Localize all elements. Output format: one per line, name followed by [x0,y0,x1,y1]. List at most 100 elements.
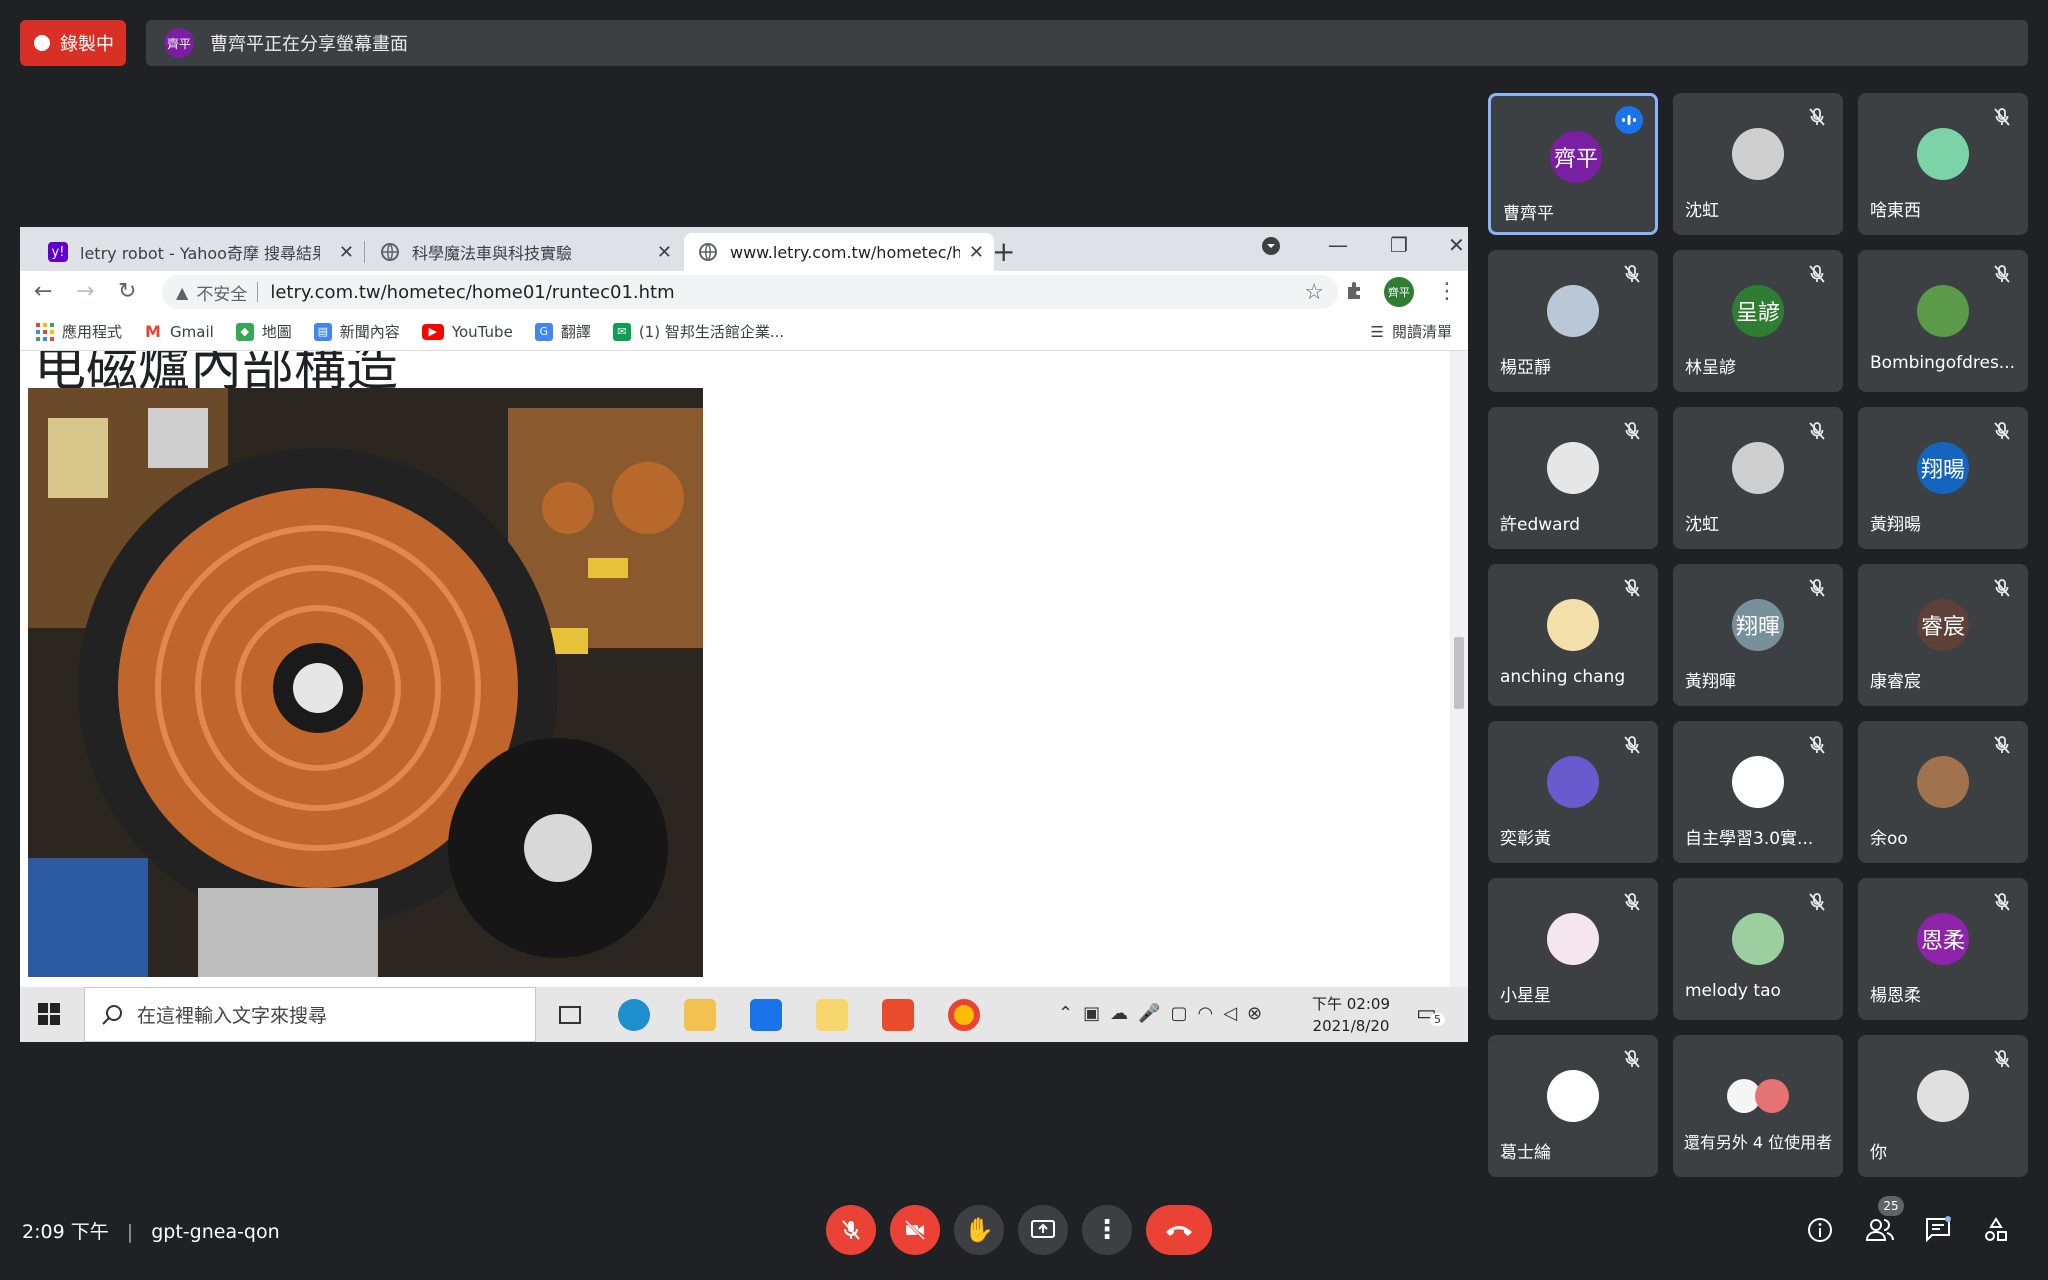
python-icon[interactable] [816,999,848,1031]
profile-avatar[interactable]: 齊平 [1384,277,1414,307]
extensions-icon[interactable] [1344,279,1366,307]
participant-tile[interactable]: 奕彰黃 [1488,721,1658,863]
raise-hand-button[interactable]: ✋ [954,1205,1004,1255]
bookmark-translate[interactable]: G 翻譯 [534,321,591,342]
participant-avatar [1917,1070,1969,1122]
close-tab-icon[interactable]: ✕ [339,242,354,263]
browser-tab-science[interactable]: 科學魔法車與科技實驗 ✕ [366,233,682,271]
window-close-icon[interactable]: ✕ [1448,233,1465,257]
bookmark-news[interactable]: ▤ 新聞內容 [313,321,400,342]
participant-name: Bombingofdres... [1870,353,2016,373]
participant-tile[interactable]: 啥東西 [1858,93,2028,235]
chat-button[interactable] [1922,1214,1954,1246]
chrome-icon[interactable] [948,999,980,1031]
tab-title: www.letry.com.tw/hometec/ho [730,242,960,262]
participant-tile[interactable]: 齊平 曹齊平 [1488,93,1658,235]
meeting-details-button[interactable] [1804,1214,1836,1246]
participant-tile[interactable]: melody tao [1673,878,1843,1020]
muted-mic-icon [1620,419,1644,443]
system-tray-icons[interactable]: ⌃▣☁🎤▢◠◁⊗ [1058,1003,1272,1024]
browser-toolbar: ← → ↻ ▲ 不安全 letry.com.tw/hometec/home01/… [20,271,1468,313]
participant-tile[interactable]: 許edward [1488,407,1658,549]
meeting-info: 2:09 下午 | gpt-gnea-qon [22,1217,280,1244]
restore-icon[interactable]: ❐ [1390,233,1408,257]
mic-off-button[interactable] [826,1205,876,1255]
people-button[interactable] [1864,1214,1896,1246]
forward-icon[interactable]: → [76,279,94,304]
participant-tile[interactable]: 恩柔 楊恩柔 [1858,878,2028,1020]
bookmark-gmail[interactable]: M Gmail [144,322,214,341]
bookmark-label: 翻譯 [560,323,591,341]
muted-mic-icon [1805,890,1829,914]
participant-avatar [1917,285,1969,337]
participant-tile[interactable]: 呈諺 林呈諺 [1673,250,1843,392]
participant-tile[interactable]: 睿宸 康睿宸 [1858,564,2028,706]
participant-avatar: 翔暉 [1732,599,1784,651]
taskbar-clock[interactable]: 下午 02:09 2021/8/20 [1312,993,1390,1037]
participant-tile[interactable]: anching chang [1488,564,1658,706]
participant-tile[interactable]: 還有另外 4 位使用者 [1673,1035,1843,1177]
task-view-icon[interactable] [554,999,586,1031]
participant-avatar [1547,756,1599,808]
reading-list-button[interactable]: ☰ 閱讀清單 [1371,321,1452,342]
mail-app-icon[interactable] [750,999,782,1031]
participant-tile[interactable]: 你 [1858,1035,2028,1177]
camera-off-button[interactable] [890,1205,940,1255]
browser-menu-icon[interactable]: ⋮ [1436,279,1458,304]
muted-mic-icon [1990,105,2014,129]
taskbar-search-box[interactable]: 在這裡輸入文字來搜尋 [84,987,536,1042]
close-tab-icon[interactable]: ✕ [657,242,672,263]
muted-mic-icon [1990,262,2014,286]
bookmark-apps[interactable]: 應用程式 [36,321,122,342]
file-explorer-icon[interactable] [684,999,716,1031]
participant-tile[interactable]: 沈虹 [1673,93,1843,235]
leave-call-button[interactable] [1146,1205,1212,1255]
bookmark-youtube[interactable]: ▶ YouTube [421,323,513,341]
participant-tile[interactable]: 楊亞靜 [1488,250,1658,392]
edge-icon[interactable] [618,999,650,1031]
participant-tile[interactable]: 葛士綸 [1488,1035,1658,1177]
bookmark-star-icon[interactable]: ☆ [1304,280,1324,305]
participant-tile[interactable]: 翔暘 黃翔暘 [1858,407,2028,549]
office-icon[interactable] [882,999,914,1031]
minimize-icon[interactable]: — [1328,233,1348,257]
address-bar[interactable]: ▲ 不安全 letry.com.tw/hometec/home01/runtec… [162,275,1338,309]
participant-tile[interactable]: 自主學習3.0實... [1673,721,1843,863]
muted-mic-icon [1990,576,2014,600]
muted-mic-icon [1990,419,2014,443]
back-icon[interactable]: ← [34,279,52,304]
url-text: letry.com.tw/hometec/home01/runtec01.htm [270,281,675,303]
participant-tile[interactable]: 小星星 [1488,878,1658,1020]
participant-tile[interactable]: Bombingofdres... [1858,250,2028,392]
hand-icon: ✋ [964,1216,994,1244]
muted-mic-icon [1805,576,1829,600]
participant-tile[interactable]: 余oo [1858,721,2028,863]
hang-up-icon [1166,1226,1192,1236]
page-scrollbar[interactable] [1450,351,1468,987]
participant-tile[interactable]: 翔暉 黃翔暉 [1673,564,1843,706]
record-dot-icon [34,35,50,51]
browser-tab-yahoo[interactable]: y! letry robot - Yahoo奇摩 搜尋結果 ✕ [34,233,364,271]
recording-badge[interactable]: 錄製中 [20,20,126,66]
bookmark-label: Gmail [170,322,214,341]
tab-search-icon[interactable] [1260,235,1282,262]
browser-tab-active[interactable]: www.letry.com.tw/hometec/ho ✕ [684,233,994,271]
participant-tile[interactable]: 沈虹 [1673,407,1843,549]
present-screen-button[interactable] [1018,1205,1068,1255]
close-tab-icon[interactable]: ✕ [969,242,984,263]
more-options-button[interactable]: ⋮ [1082,1205,1132,1255]
activities-button[interactable] [1980,1214,2012,1246]
muted-mic-icon [1620,890,1644,914]
meeting-info-separator: | [126,1221,134,1243]
participant-name: 沈虹 [1685,201,1719,221]
participant-avatar [1732,756,1784,808]
new-tab-button[interactable]: + [992,235,1015,268]
participant-avatar [1917,756,1969,808]
bookmark-maps[interactable]: ◆ 地圖 [235,321,292,342]
windows-start-icon[interactable] [38,1003,60,1029]
scrollbar-thumb[interactable] [1454,637,1464,709]
reload-icon[interactable]: ↻ [118,279,136,304]
bookmark-mail[interactable]: ✉ (1) 智邦生活館企業... [612,321,784,342]
participant-avatar [1732,913,1784,965]
recording-label: 錄製中 [60,34,114,55]
